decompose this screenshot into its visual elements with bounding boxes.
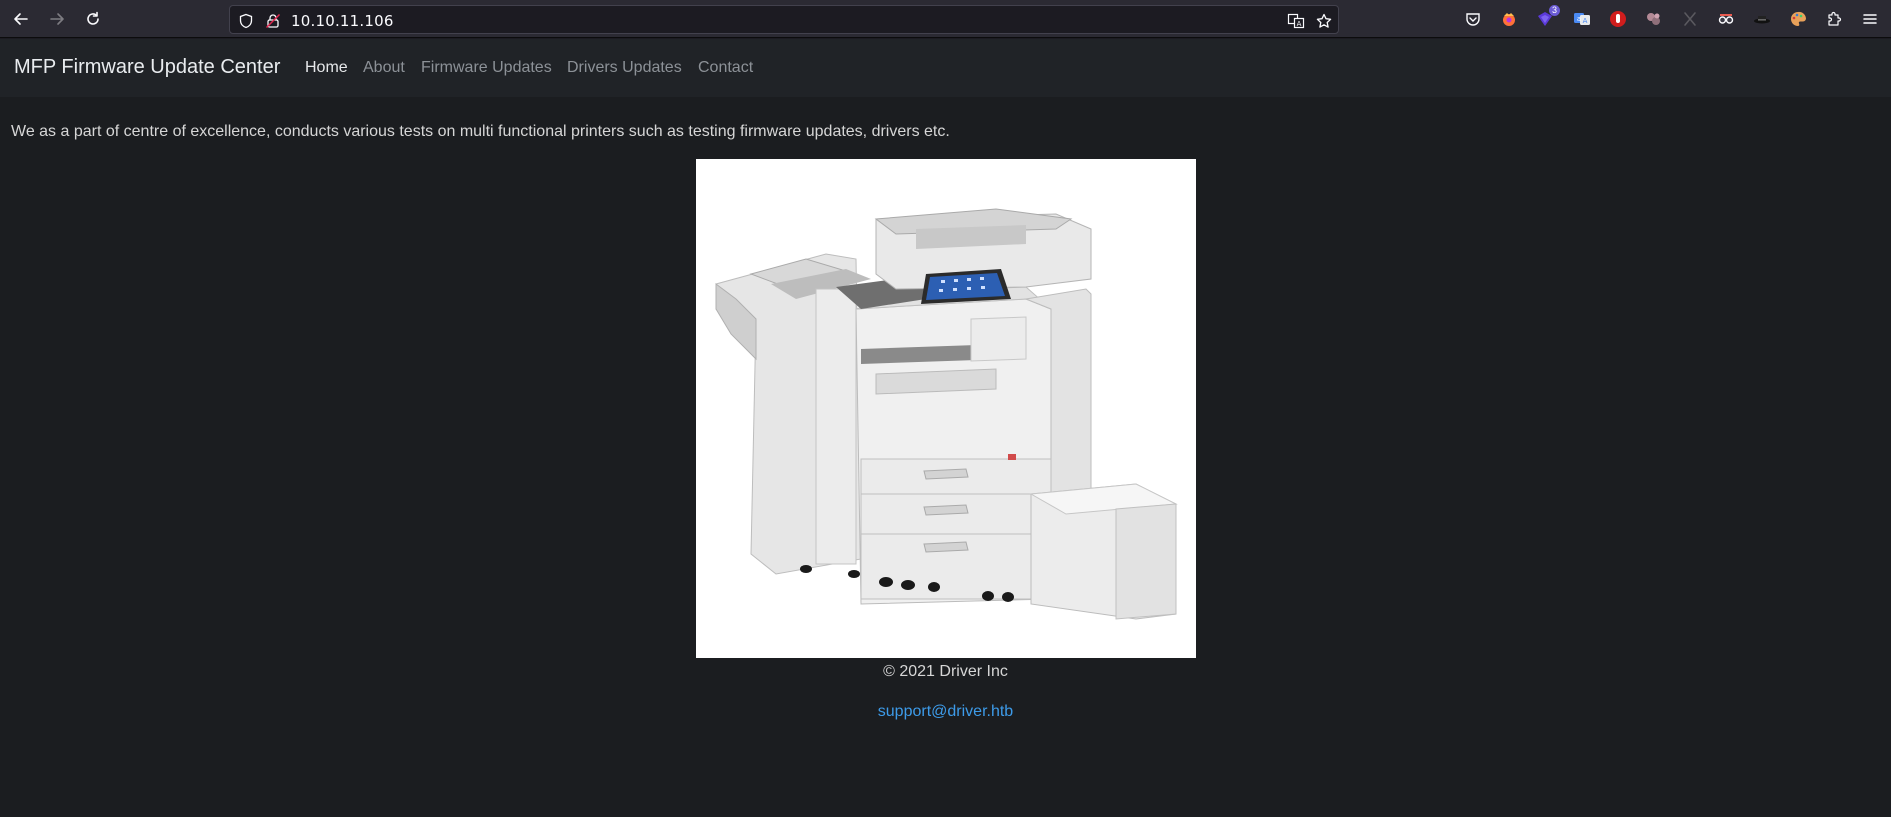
translate-page-icon[interactable]: A (1287, 12, 1305, 30)
puzzle-extensions-icon[interactable] (1824, 9, 1844, 29)
nav-about[interactable]: About (363, 59, 405, 77)
cookie-extension-icon[interactable] (1644, 9, 1664, 29)
copyright-text: © 2021 Driver Inc (883, 663, 1008, 680)
svg-text:A: A (1583, 17, 1588, 25)
site-navbar: MFP Firmware Update Center Home About Fi… (0, 39, 1891, 97)
address-bar[interactable]: 10.10.11.106 A (229, 5, 1339, 34)
firefox-relay-icon[interactable] (1499, 9, 1519, 29)
bookmark-star-icon[interactable] (1315, 12, 1333, 30)
url-text[interactable]: 10.10.11.106 (291, 12, 394, 30)
printer-image (696, 159, 1196, 658)
svg-text:A: A (1297, 20, 1302, 28)
site-brand[interactable]: MFP Firmware Update Center (14, 56, 280, 79)
palette-icon[interactable] (1788, 9, 1808, 29)
browser-toolbar: 10.10.11.106 A 3 aA (0, 0, 1891, 38)
hamburger-menu-icon[interactable] (1860, 9, 1880, 29)
back-arrow-icon (14, 13, 28, 25)
support-email-link[interactable]: support@driver.htb (0, 703, 1891, 721)
page-content: MFP Firmware Update Center Home About Fi… (0, 39, 1891, 817)
reload-button[interactable] (80, 6, 106, 32)
pocket-icon[interactable] (1463, 9, 1483, 29)
shield-icon[interactable] (237, 12, 255, 30)
svg-text:a: a (1577, 15, 1581, 23)
insecure-lock-icon[interactable] (264, 12, 282, 30)
spy-glasses-icon[interactable] (1716, 9, 1736, 29)
reload-icon (87, 11, 99, 25)
forward-button[interactable] (44, 6, 70, 32)
hat-icon[interactable] (1752, 9, 1772, 29)
nav-firmware-updates[interactable]: Firmware Updates (421, 59, 552, 77)
forward-arrow-icon (50, 13, 64, 25)
disabled-x-icon[interactable] (1680, 9, 1700, 29)
ublock-icon[interactable] (1608, 9, 1628, 29)
nav-drivers-updates[interactable]: Drivers Updates (567, 59, 682, 77)
intro-text: We as a part of centre of excellence, co… (11, 123, 950, 140)
translate-extension-icon[interactable]: aA (1572, 9, 1592, 29)
nav-contact[interactable]: Contact (698, 59, 753, 77)
nav-home[interactable]: Home (305, 59, 348, 77)
back-button[interactable] (8, 6, 34, 32)
mask-extension-icon[interactable]: 3 (1535, 5, 1560, 29)
extension-badge: 3 (1548, 5, 1560, 16)
